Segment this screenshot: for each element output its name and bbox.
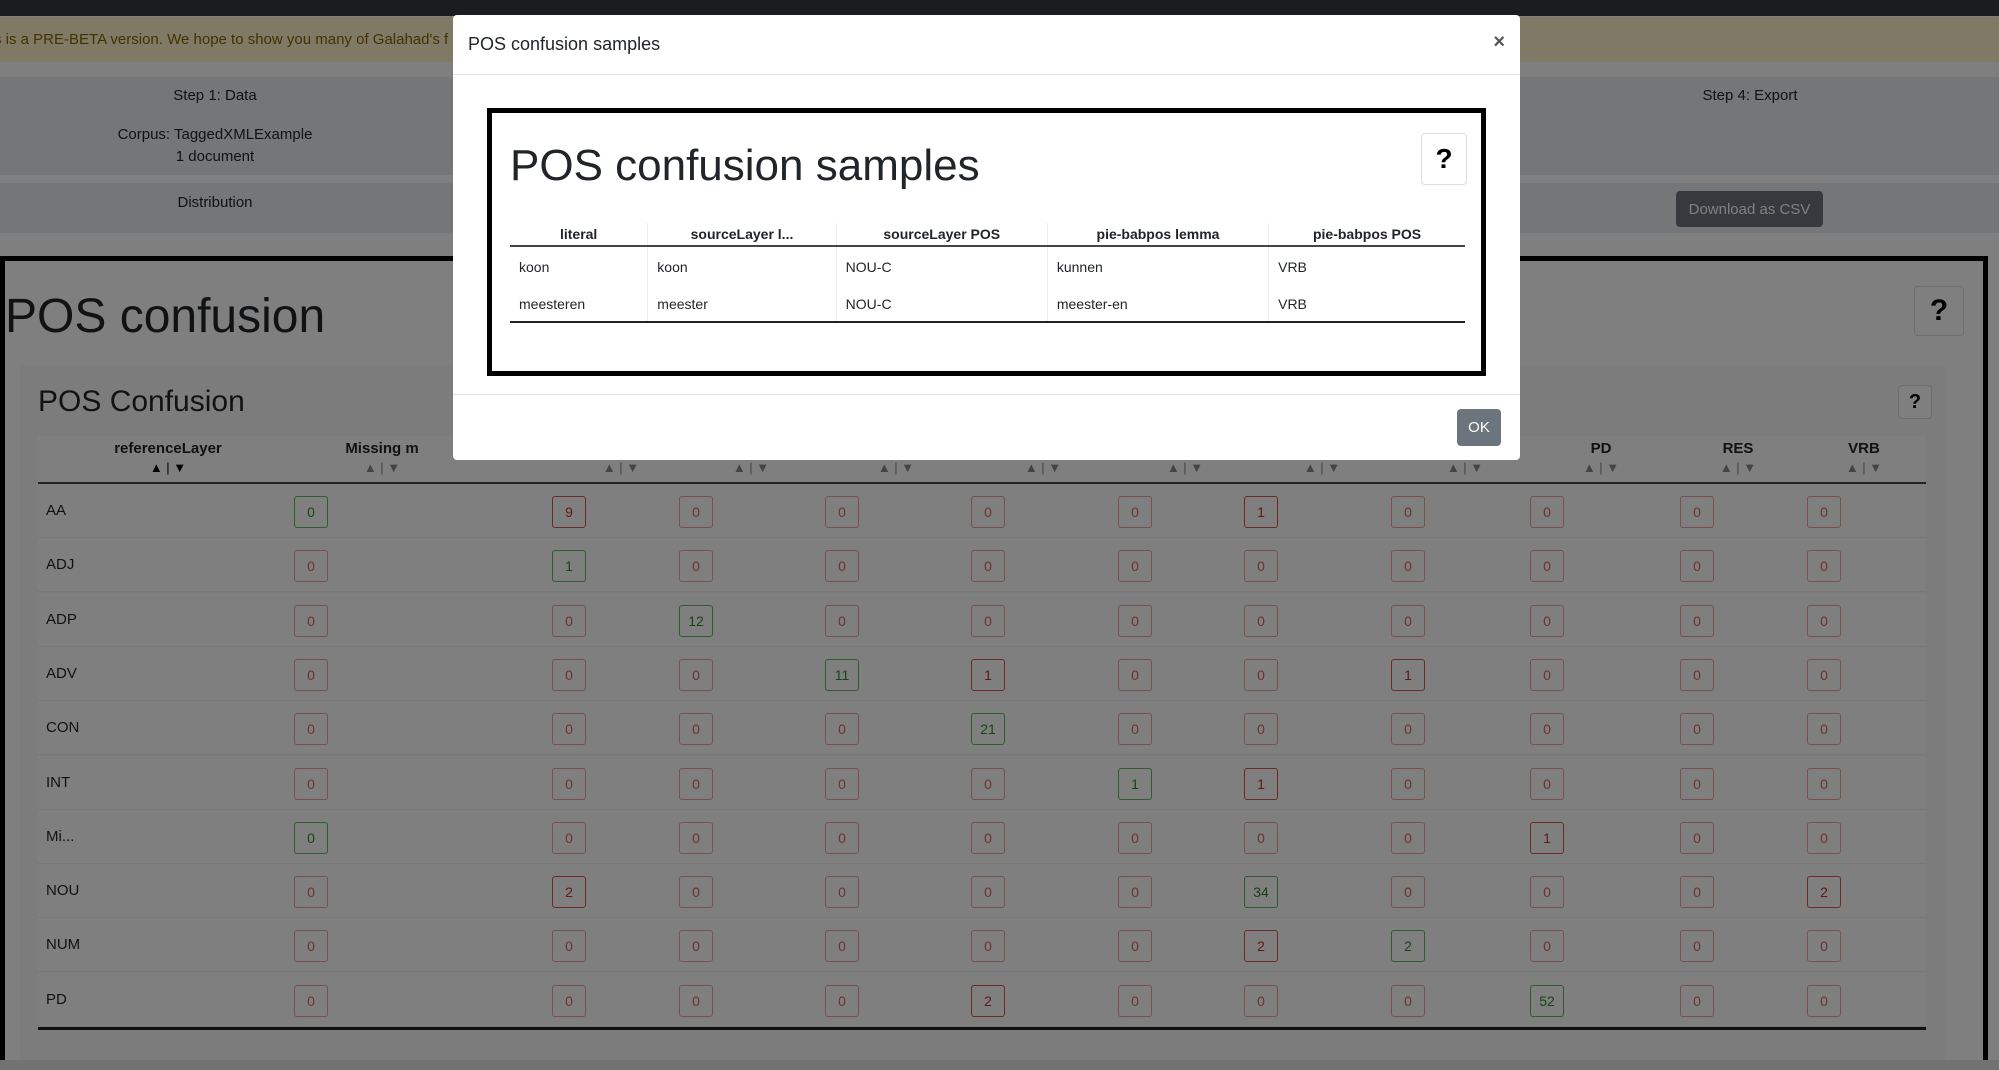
table-cell: koon [647, 246, 837, 284]
samples-column-header[interactable]: pie-babpos lemma [1046, 223, 1269, 247]
samples-modal: POS confusion samples × POS confusion sa… [453, 15, 1520, 460]
table-cell: NOU-C [835, 246, 1048, 284]
modal-footer: OK [453, 394, 1520, 460]
samples-help-button[interactable]: ? [1421, 133, 1467, 185]
table-cell: VRB [1268, 246, 1465, 284]
table-cell: kunnen [1046, 246, 1269, 284]
table-row: koon koon NOU-C kunnen VRB [510, 246, 1465, 284]
samples-column-header[interactable]: literal [510, 223, 648, 247]
table-cell: meester-en [1046, 284, 1269, 323]
modal-header: POS confusion samples × [453, 15, 1520, 75]
ok-button[interactable]: OK [1457, 409, 1501, 446]
table-cell: meester [647, 284, 837, 323]
modal-body: POS confusion samples ? literal sourceLay… [487, 108, 1486, 376]
samples-table: literal sourceLayer l... sourceLayer POS pi… [510, 223, 1465, 323]
close-icon[interactable]: × [1493, 31, 1505, 54]
table-row: meesteren meester NOU-C meester-en VRB [510, 284, 1465, 323]
samples-column-header[interactable]: sourceLayer POS [835, 223, 1048, 247]
table-cell: NOU-C [835, 284, 1048, 323]
samples-table-header: literal sourceLayer l... sourceLayer POS pi… [510, 223, 1465, 247]
table-cell: meesteren [510, 284, 648, 323]
samples-title: POS confusion samples [510, 141, 980, 190]
samples-table-body: koon koon NOU-C kunnen VRB meesteren meester NO… [510, 246, 1465, 323]
samples-column-header[interactable]: pie-babpos POS [1268, 223, 1465, 247]
samples-column-header[interactable]: sourceLayer l... [647, 223, 837, 247]
table-cell: koon [519, 259, 550, 275]
modal-title: POS confusion samples [468, 34, 661, 54]
table-cell: VRB [1268, 284, 1465, 323]
